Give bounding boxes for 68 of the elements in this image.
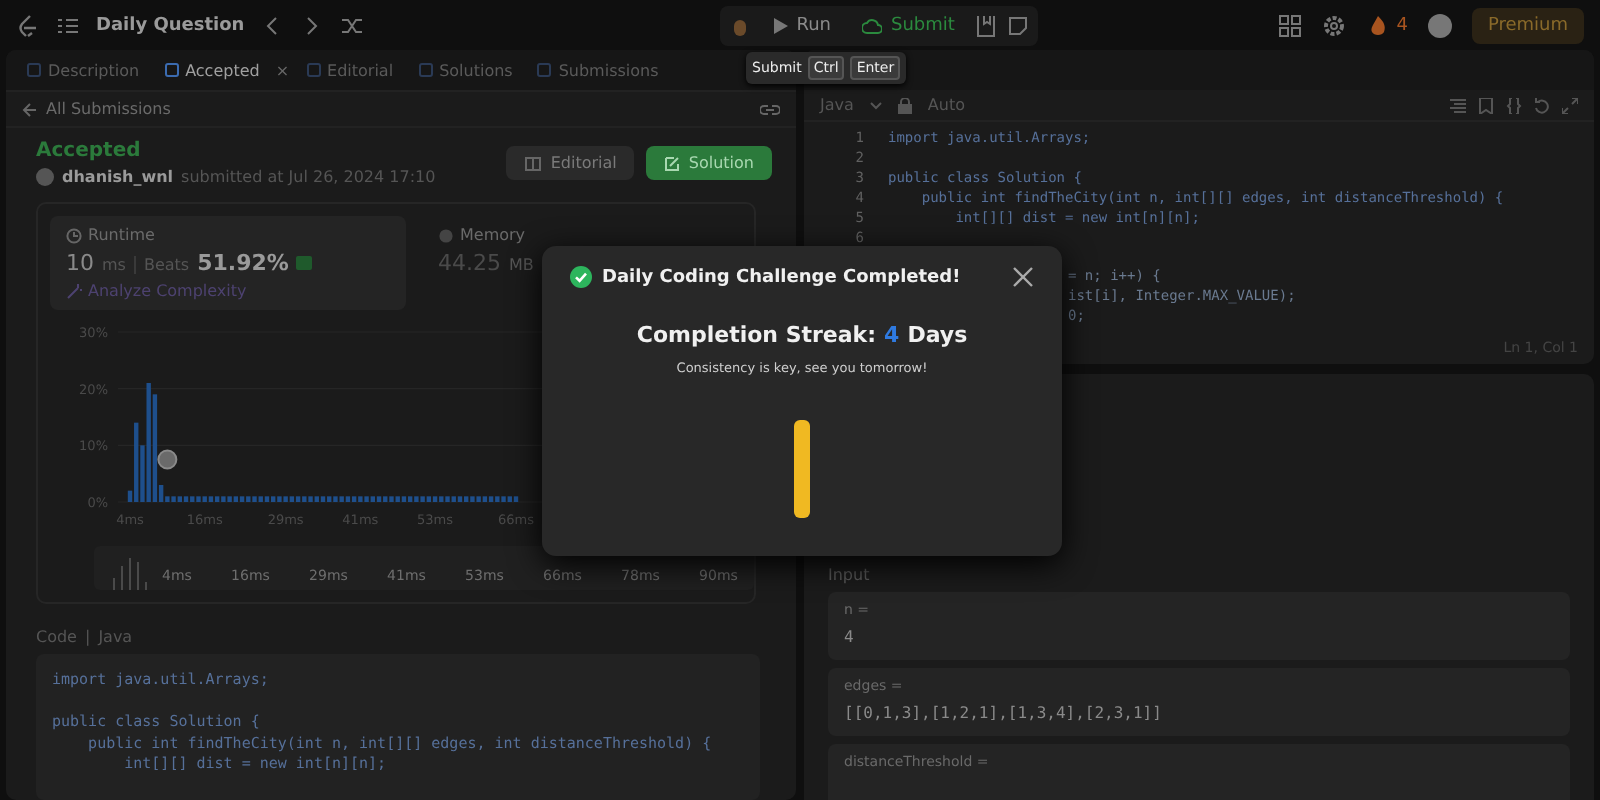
expand-icon[interactable]: [1562, 97, 1578, 113]
streak-drawing: [794, 420, 810, 518]
language-select[interactable]: Java: [820, 96, 854, 114]
memory-title: Memory: [460, 226, 526, 244]
note-icon[interactable]: [1006, 13, 1031, 37]
separator: |: [84, 628, 91, 646]
grid-icon[interactable]: [1278, 13, 1303, 37]
all-submissions-link[interactable]: All Submissions: [46, 100, 171, 118]
streak-count: 4: [1396, 15, 1408, 35]
submitted-time: submitted at Jul 26, 2024 17:10: [181, 168, 436, 186]
clock-icon: [66, 227, 82, 243]
edit-icon: [664, 155, 681, 171]
username[interactable]: dhanish_wnl: [62, 168, 174, 186]
chevron-down-icon[interactable]: [869, 101, 882, 109]
tab-icon: [305, 62, 322, 78]
tab[interactable]: Editorial: [297, 57, 402, 83]
avatar[interactable]: [1427, 13, 1452, 37]
dialog-title: Daily Coding Challenge Completed!: [602, 267, 961, 287]
cloud-icon: [862, 17, 883, 33]
memory-unit: MB: [509, 256, 534, 274]
beats-icon: [296, 256, 313, 270]
tab[interactable]: Submissions: [528, 57, 667, 83]
tab-icon: [163, 62, 180, 78]
memory-icon: [438, 227, 454, 243]
mode-label: Auto: [927, 96, 965, 114]
shuffle-icon[interactable]: [340, 13, 365, 37]
play-icon: [772, 17, 789, 33]
streak-heading: Completion Streak: 4 Days: [636, 322, 968, 348]
check-circle-icon: [570, 266, 592, 288]
param-value: 4: [844, 628, 856, 646]
run-button[interactable]: Run: [760, 9, 843, 41]
code-language: Java: [98, 628, 133, 646]
tab[interactable]: Solutions: [409, 57, 521, 83]
code-title: Code: [36, 628, 77, 646]
tab-icon: [417, 62, 434, 78]
premium-button[interactable]: Premium: [1471, 7, 1584, 43]
tab[interactable]: Description: [18, 57, 148, 83]
problem-list-title[interactable]: Daily Question: [96, 15, 245, 35]
beats-percent: 51.92%: [197, 250, 289, 276]
editorial-button[interactable]: Editorial: [506, 146, 635, 180]
close-tab-button[interactable]: ×: [275, 61, 290, 79]
runtime-value: 10: [66, 250, 94, 276]
braces-icon[interactable]: [1506, 97, 1522, 113]
status-label: Accepted: [36, 140, 143, 162]
link-icon[interactable]: [760, 101, 780, 117]
back-arrow-icon[interactable]: [22, 101, 38, 117]
submit-button[interactable]: Submit: [850, 9, 967, 41]
param-value: [[0,1,3],[1,2,1],[1,3,4],[2,3,1]]: [844, 704, 1164, 722]
analyze-complexity-link[interactable]: Analyze Complexity: [88, 282, 247, 300]
flame-icon: [1366, 13, 1391, 37]
tab-icon: [536, 62, 553, 78]
list-icon[interactable]: [56, 13, 80, 37]
wand-icon: [66, 283, 82, 299]
lock-icon: [897, 97, 912, 113]
close-button[interactable]: [1012, 266, 1034, 288]
book-icon: [524, 155, 543, 171]
runtime-marker-icon: [157, 449, 178, 470]
format-icon[interactable]: [1450, 97, 1466, 113]
settings-icon[interactable]: [1322, 13, 1347, 37]
tab[interactable]: Accepted: [155, 57, 268, 83]
notes-icon[interactable]: [974, 13, 999, 37]
user-avatar: [36, 168, 54, 186]
reset-icon[interactable]: [1534, 97, 1550, 113]
solution-button[interactable]: Solution: [646, 146, 772, 180]
bookmark-icon[interactable]: [1478, 97, 1494, 113]
runtime-title: Runtime: [88, 226, 155, 244]
logo-icon[interactable]: [16, 13, 40, 37]
tab-icon: [26, 62, 42, 78]
